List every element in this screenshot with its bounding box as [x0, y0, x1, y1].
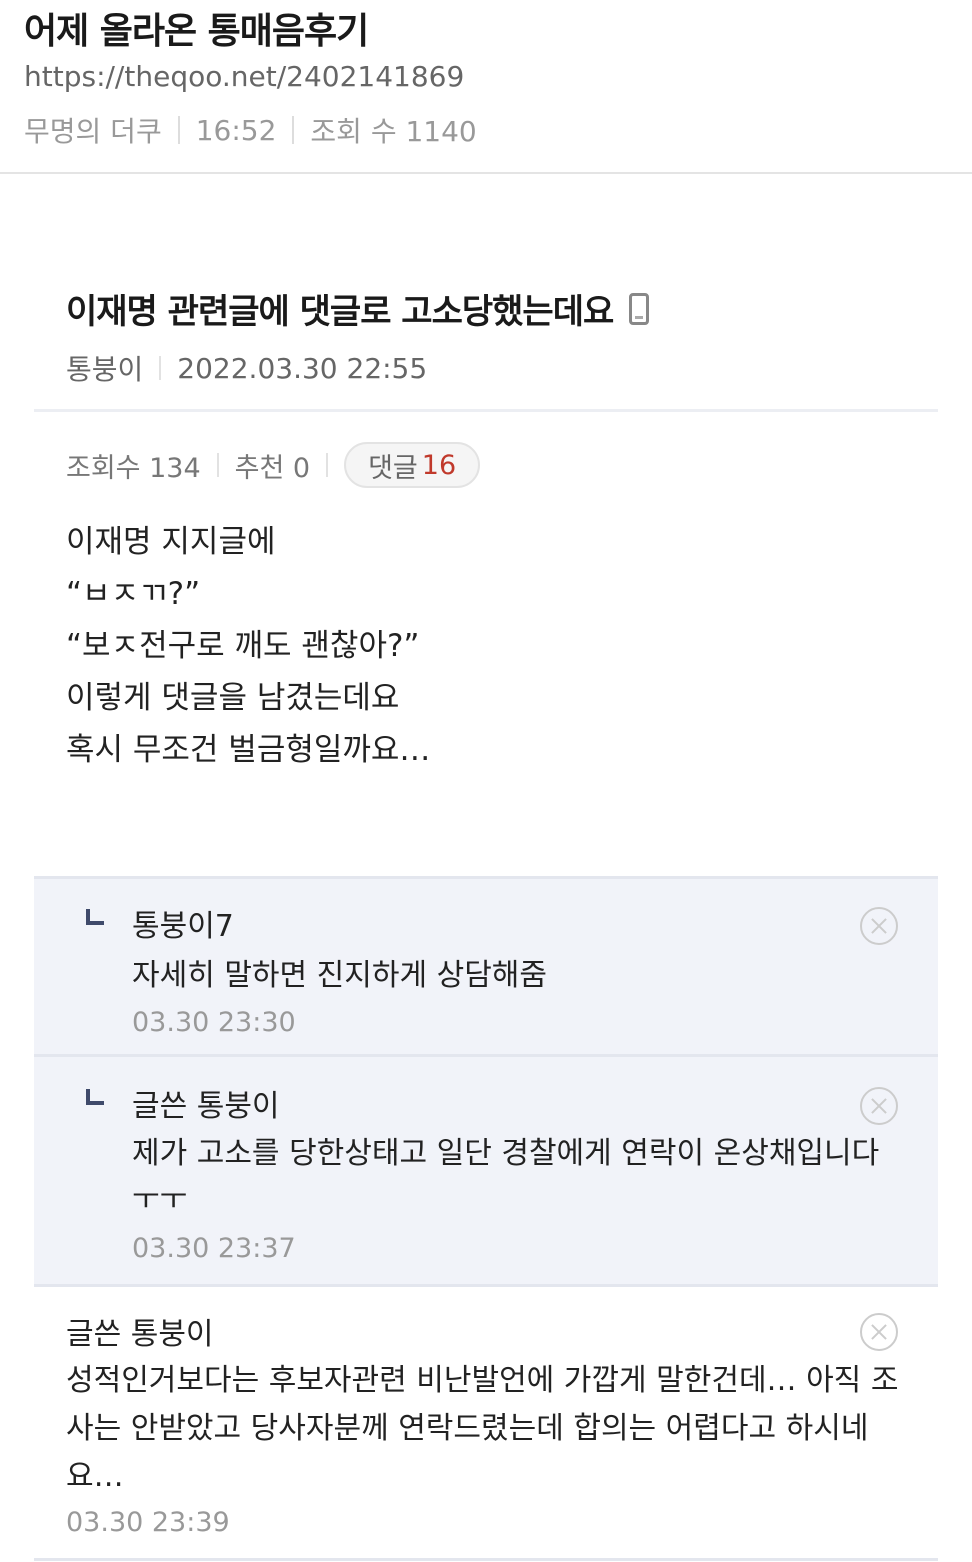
post-title-text: 이재명 관련글에 댓글로 고소당했는데요 — [66, 292, 614, 332]
comment-divider — [34, 1558, 938, 1561]
comment-count-value: 16 — [421, 449, 457, 481]
comment-text: 자세히 말하면 진지하게 상담해줌 — [132, 958, 548, 993]
post-stats: 조회수 134 추천 0 댓글 16 — [66, 442, 481, 488]
post-datetime: 2022.03.30 22:55 — [177, 351, 428, 385]
close-icon[interactable] — [860, 1313, 898, 1351]
reply-arrow-icon — [86, 909, 104, 925]
comment-author: 글쓴 통붕이 — [132, 1089, 280, 1124]
shared-post-title[interactable]: 어제 올라온 통매음후기 — [24, 2, 369, 54]
post-body-line: 이렇게 댓글을 남겼는데요 — [66, 680, 400, 716]
shared-post-time: 16:52 — [195, 113, 277, 147]
shared-post-views: 조회 수 1140 — [310, 115, 477, 148]
comment-author: 통붕이7 — [132, 909, 234, 944]
comment-time: 03.30 23:37 — [132, 1233, 296, 1264]
meta-divider — [177, 116, 180, 144]
mobile-phone-icon — [629, 292, 650, 325]
comment-text: 제가 고소를 당한상태고 일단 경찰에게 연락이 온상채입니다 ㅜㅜ — [132, 1136, 880, 1217]
post-body-line: “ㅂㅈㄲ?” — [66, 576, 201, 612]
reply-comment: 글쓴 통붕이 제가 고소를 당한상태고 일단 경찰에게 연락이 온상채입니다 ㅜ… — [34, 1054, 938, 1284]
post-meta: 통붕이 2022.03.30 22:55 — [66, 348, 427, 388]
comment-time: 03.30 23:30 — [132, 1007, 296, 1038]
post-title: 이재명 관련글에 댓글로 고소당했는데요 — [66, 284, 650, 333]
close-icon[interactable] — [860, 1087, 898, 1125]
reply-arrow-icon — [86, 1089, 104, 1105]
reply-comment: 통붕이7 자세히 말하면 진지하게 상담해줌 03.30 23:30 — [34, 876, 938, 1056]
comment-count-button[interactable]: 댓글 16 — [344, 442, 481, 488]
comment-text: 성적인거보다는 후보자관련 비난발언에 가깝게 말한건데… 아직 조사는 안받았… — [66, 1363, 899, 1494]
meta-divider — [292, 116, 295, 144]
comment-count-label: 댓글 — [368, 452, 418, 484]
post-divider — [34, 409, 938, 412]
like-count: 추천 0 — [234, 452, 311, 484]
stats-divider — [216, 453, 219, 477]
share-header: 어제 올라온 통매음후기 https://theqoo.net/24021418… — [0, 0, 972, 172]
post-body: 이재명 지지글에 “ㅂㅈㄲ?” “보ㅈ전구로 깨도 괜찮아?” 이렇게 댓글을 … — [66, 516, 430, 776]
header-divider — [0, 172, 972, 174]
meta-divider — [159, 356, 162, 380]
view-count: 조회수 134 — [66, 452, 201, 484]
stats-divider — [326, 453, 329, 477]
comment-author: 글쓴 통붕이 — [66, 1317, 214, 1352]
post-author: 통붕이 — [66, 353, 144, 386]
post-body-line: 이재명 지지글에 — [66, 524, 276, 560]
comment-time: 03.30 23:39 — [66, 1507, 230, 1538]
shared-post-meta: 무명의 더쿠 16:52 조회 수 1140 — [24, 110, 477, 150]
close-icon[interactable] — [860, 907, 898, 945]
comment: 글쓴 통붕이 성적인거보다는 후보자관련 비난발언에 가깝게 말한건데… 아직 … — [34, 1284, 938, 1558]
post-body-line: 혹시 무조건 벌금형일까요… — [66, 732, 431, 768]
shared-post-author: 무명의 더쿠 — [24, 115, 162, 148]
post-body-line: “보ㅈ전구로 깨도 괜찮아?” — [66, 628, 420, 664]
shared-post-url[interactable]: https://theqoo.net/2402141869 — [24, 60, 464, 93]
